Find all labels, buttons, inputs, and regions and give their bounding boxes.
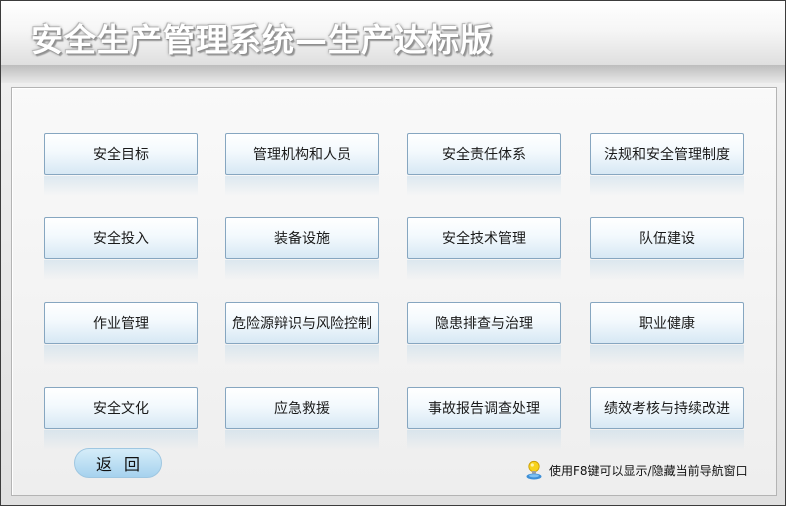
button-label: 安全责任体系 bbox=[442, 147, 526, 163]
button-reflection bbox=[225, 176, 379, 196]
equipment-facilities-button[interactable]: 装备设施 bbox=[225, 217, 379, 259]
hidden-danger-button[interactable]: 隐患排查与治理 bbox=[407, 302, 561, 344]
button-label: 安全技术管理 bbox=[442, 231, 526, 247]
hazard-risk-control-button[interactable]: 危险源辩识与风险控制 bbox=[225, 302, 379, 344]
button-label: 队伍建设 bbox=[639, 231, 695, 247]
button-reflection bbox=[590, 345, 744, 365]
safety-goals-button[interactable]: 安全目标 bbox=[44, 133, 198, 175]
button-reflection bbox=[44, 430, 198, 450]
button-reflection bbox=[407, 260, 561, 280]
safety-investment-button[interactable]: 安全投入 bbox=[44, 217, 198, 259]
button-label: 安全投入 bbox=[93, 231, 149, 247]
hint-text: 使用F8键可以显示/隐藏当前导航窗口 bbox=[549, 463, 748, 478]
button-label: 作业管理 bbox=[93, 316, 149, 332]
button-label: 隐患排查与治理 bbox=[435, 316, 533, 332]
button-reflection bbox=[407, 345, 561, 365]
button-label: 应急救援 bbox=[274, 401, 330, 417]
button-reflection bbox=[225, 260, 379, 280]
accident-report-button[interactable]: 事故报告调查处理 bbox=[407, 387, 561, 429]
regulations-button[interactable]: 法规和安全管理制度 bbox=[590, 133, 744, 175]
user-lightbulb-icon bbox=[525, 460, 543, 480]
button-label: 管理机构和人员 bbox=[253, 147, 351, 163]
button-reflection bbox=[44, 176, 198, 196]
operation-management-button[interactable]: 作业管理 bbox=[44, 302, 198, 344]
app-title: 安全生产管理系统—生产达标版 bbox=[31, 21, 494, 59]
main-window: 安全生产管理系统—生产达标版 安全目标 管理机构和人员 安全责任体系 法规和安全… bbox=[0, 0, 786, 506]
button-reflection bbox=[407, 176, 561, 196]
button-label: 绩效考核与持续改进 bbox=[604, 401, 730, 417]
button-reflection bbox=[225, 345, 379, 365]
button-reflection bbox=[225, 430, 379, 450]
safety-culture-button[interactable]: 安全文化 bbox=[44, 387, 198, 429]
button-label: 安全目标 bbox=[93, 147, 149, 163]
technical-management-button[interactable]: 安全技术管理 bbox=[407, 217, 561, 259]
emergency-rescue-button[interactable]: 应急救援 bbox=[225, 387, 379, 429]
button-label: 法规和安全管理制度 bbox=[604, 147, 730, 163]
button-label: 安全文化 bbox=[93, 401, 149, 417]
button-label: 职业健康 bbox=[639, 316, 695, 332]
occupational-health-button[interactable]: 职业健康 bbox=[590, 302, 744, 344]
button-label: 装备设施 bbox=[274, 231, 330, 247]
button-reflection bbox=[407, 430, 561, 450]
back-button[interactable]: 返回 bbox=[74, 448, 162, 478]
title-bar: 安全生产管理系统—生产达标版 bbox=[1, 1, 785, 83]
navigation-hint: 使用F8键可以显示/隐藏当前导航窗口 bbox=[525, 459, 775, 481]
button-reflection bbox=[44, 260, 198, 280]
header-stripe bbox=[1, 65, 785, 83]
button-reflection bbox=[590, 260, 744, 280]
performance-assessment-button[interactable]: 绩效考核与持续改进 bbox=[590, 387, 744, 429]
responsibility-system-button[interactable]: 安全责任体系 bbox=[407, 133, 561, 175]
button-reflection bbox=[44, 345, 198, 365]
button-label: 危险源辩识与风险控制 bbox=[232, 316, 372, 332]
organization-personnel-button[interactable]: 管理机构和人员 bbox=[225, 133, 379, 175]
button-reflection bbox=[590, 430, 744, 450]
button-reflection bbox=[590, 176, 744, 196]
team-building-button[interactable]: 队伍建设 bbox=[590, 217, 744, 259]
button-label: 事故报告调查处理 bbox=[428, 401, 540, 417]
